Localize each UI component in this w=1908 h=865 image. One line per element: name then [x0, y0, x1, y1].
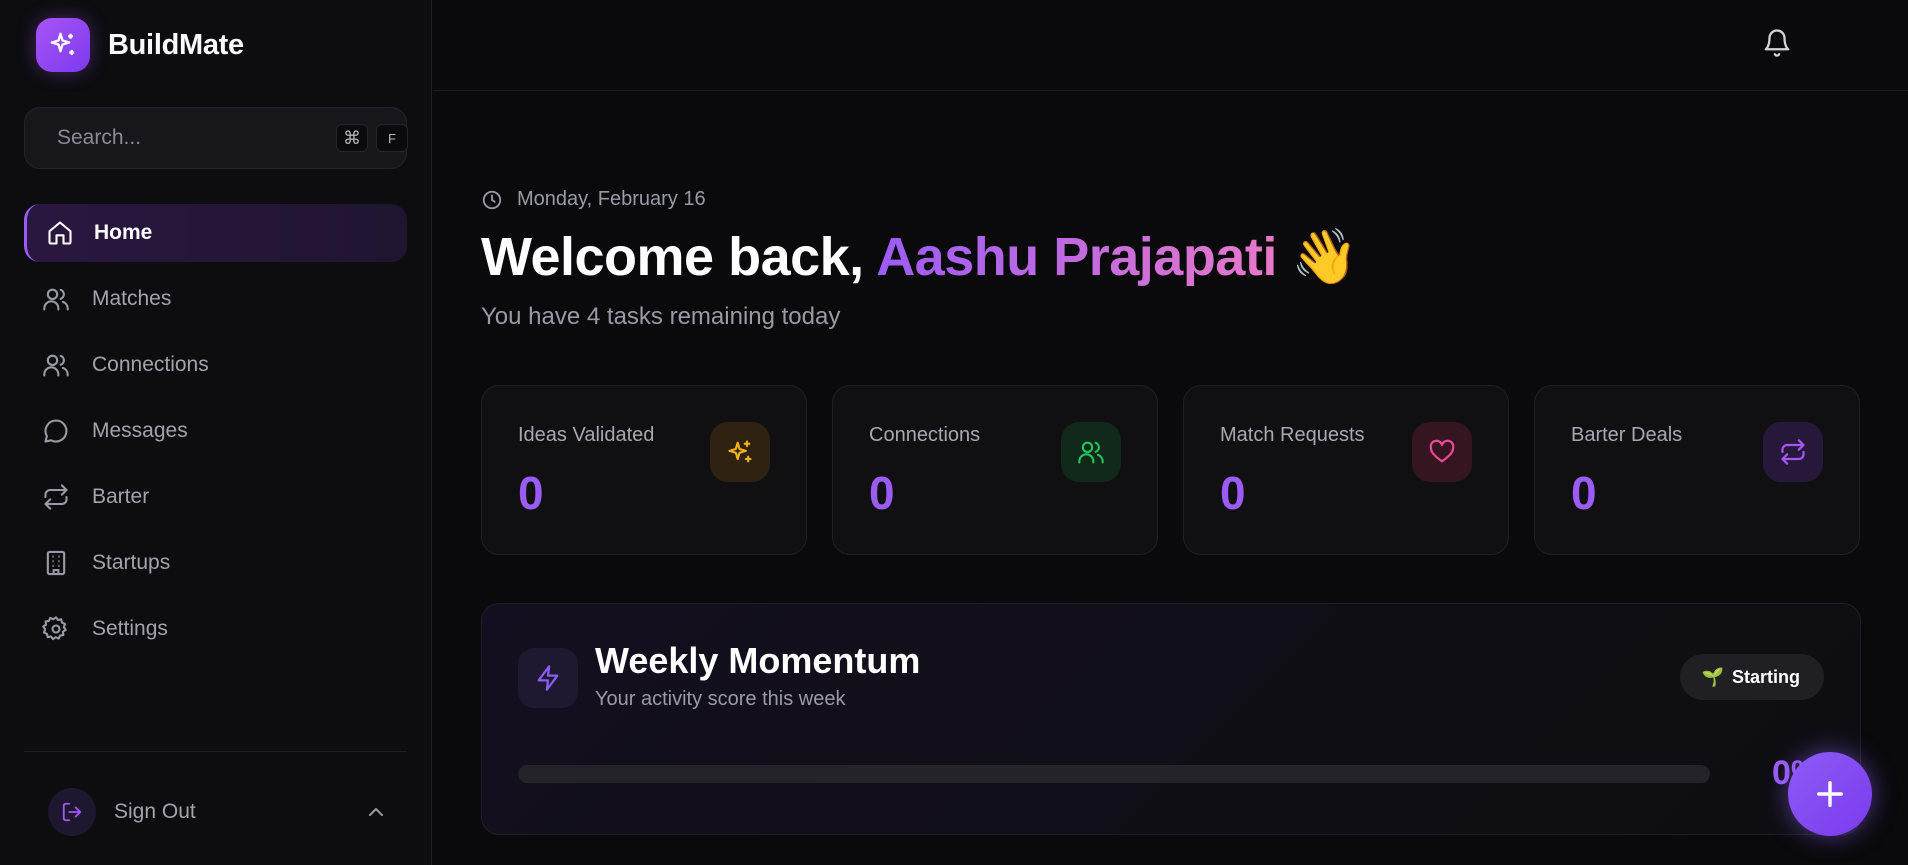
stat-value: 0	[1220, 467, 1246, 519]
status-badge: 🌱 Starting	[1679, 654, 1824, 700]
add-button[interactable]	[1788, 752, 1872, 836]
momentum-subtitle: Your activity score this week	[595, 688, 846, 710]
users-icon	[42, 285, 70, 313]
user-name: Aashu Prajapati	[876, 227, 1277, 287]
plus-icon	[1816, 780, 1844, 808]
gear-icon	[42, 615, 70, 643]
sidebar-item-label: Settings	[92, 617, 168, 640]
page-title: Welcome back, Aashu Prajapati 👋	[481, 226, 1359, 289]
zap-icon	[518, 648, 578, 708]
stat-label: Barter Deals	[1571, 424, 1683, 446]
status-badge-label: Starting	[1731, 666, 1800, 687]
sprout-icon: 🌱	[1701, 666, 1724, 687]
stat-card-ideas-validated[interactable]: Ideas Validated 0	[481, 385, 807, 555]
search-box[interactable]: ⌘ F	[24, 107, 408, 169]
app-name: BuildMate	[108, 28, 244, 61]
sidebar-item-label: Matches	[92, 287, 172, 310]
tasks-remaining: You have 4 tasks remaining today	[481, 303, 841, 330]
stat-card-match-requests[interactable]: Match Requests 0	[1183, 385, 1509, 555]
building-icon	[42, 549, 70, 577]
heart-icon	[1412, 422, 1472, 482]
date-row: Monday, February 16	[481, 188, 706, 211]
users-icon	[42, 351, 70, 379]
stat-value: 0	[1571, 467, 1597, 519]
sidebar-item-settings[interactable]: Settings	[24, 600, 407, 658]
sidebar-item-home[interactable]: Home	[24, 204, 407, 262]
sidebar-item-label: Messages	[92, 419, 188, 442]
momentum-title: Weekly Momentum	[595, 640, 921, 681]
stat-label: Connections	[869, 424, 981, 446]
sparkles-logo-icon	[36, 18, 90, 72]
sidebar-item-matches[interactable]: Matches	[24, 270, 407, 328]
sign-out-button[interactable]: Sign Out	[48, 788, 388, 836]
stat-label: Match Requests	[1220, 424, 1365, 446]
sidebar: BuildMate ⌘ F Home	[0, 0, 432, 865]
stat-card-connections[interactable]: Connections 0	[832, 385, 1158, 555]
welcome-prefix: Welcome back,	[481, 227, 864, 287]
users-icon	[1061, 422, 1121, 482]
momentum-progress-bar	[518, 765, 1710, 783]
log-out-icon	[48, 788, 96, 836]
stat-value: 0	[518, 467, 544, 519]
top-bar	[433, 0, 1908, 91]
sign-out-label: Sign Out	[114, 800, 196, 823]
sidebar-item-barter[interactable]: Barter	[24, 468, 407, 526]
message-circle-icon	[42, 417, 70, 445]
chevron-up-icon[interactable]	[364, 800, 388, 824]
sidebar-item-messages[interactable]: Messages	[24, 402, 407, 460]
repeat-icon	[42, 483, 70, 511]
stats-row: Ideas Validated 0 Connections 0 Match Re…	[481, 385, 1861, 555]
clock-icon	[482, 190, 502, 209]
weekly-momentum-card: Weekly Momentum Your activity score this…	[481, 603, 1861, 835]
stat-card-barter-deals[interactable]: Barter Deals 0	[1534, 385, 1860, 555]
sidebar-item-label: Barter	[92, 485, 150, 508]
sidebar-item-startups[interactable]: Startups	[24, 534, 407, 592]
search-input[interactable]	[57, 126, 328, 150]
stat-label: Ideas Validated	[518, 424, 655, 446]
sidebar-item-label: Connections	[92, 353, 209, 376]
wave-emoji: 👋	[1291, 227, 1359, 287]
repeat-icon	[1763, 422, 1823, 482]
sidebar-item-label: Startups	[92, 551, 171, 574]
sidebar-nav: Home Matches Connections Messages Barter…	[24, 204, 407, 666]
brand[interactable]: BuildMate	[36, 18, 244, 72]
bell-icon[interactable]	[1762, 28, 1792, 58]
sidebar-item-connections[interactable]: Connections	[24, 336, 407, 394]
shortcut-key-cmd: ⌘	[336, 124, 368, 152]
sidebar-divider	[24, 751, 407, 752]
current-date: Monday, February 16	[517, 188, 706, 210]
sidebar-item-label: Home	[94, 221, 153, 244]
sparkles-icon	[710, 422, 770, 482]
home-icon	[46, 219, 74, 247]
stat-value: 0	[869, 467, 895, 519]
app-root: BuildMate ⌘ F Home	[0, 0, 1908, 865]
shortcut-key-f: F	[376, 124, 408, 152]
